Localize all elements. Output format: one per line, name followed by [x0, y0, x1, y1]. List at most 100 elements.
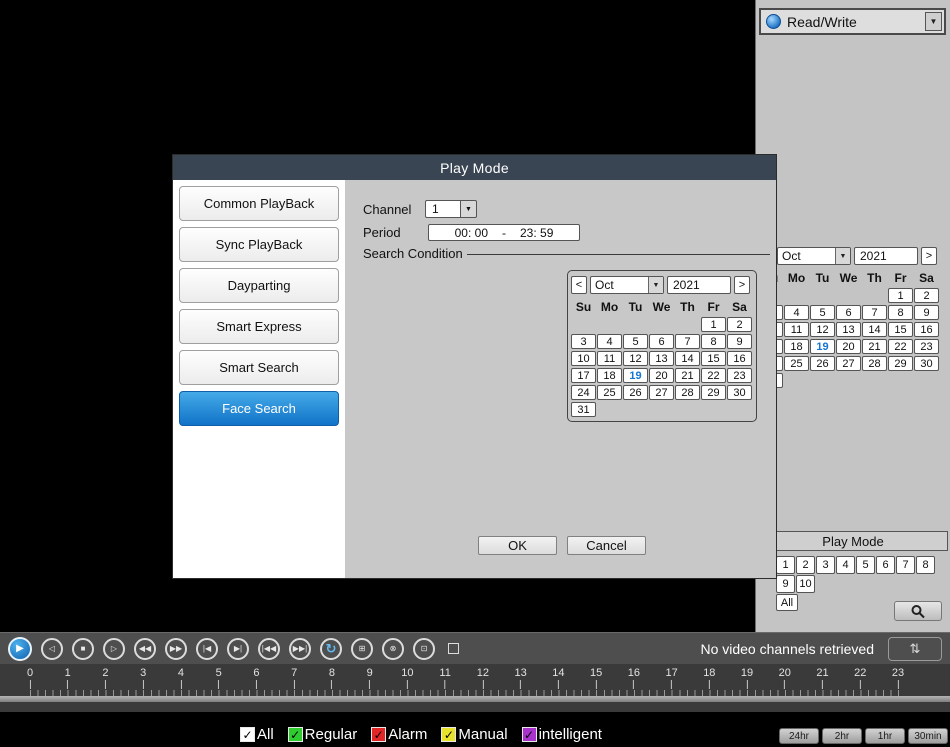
legend-item-alarm[interactable]: ✓Alarm	[371, 726, 427, 743]
calendar-day-cell[interactable]: 6	[649, 334, 674, 349]
calendar-day-cell[interactable]: 1	[888, 288, 913, 303]
legend-checkbox[interactable]: ✓	[441, 727, 456, 742]
calendar-day-cell[interactable]: 13	[836, 322, 861, 337]
legend-checkbox[interactable]: ✓	[240, 727, 255, 742]
channel-button-2[interactable]: 2	[796, 556, 815, 574]
calendar-day-cell[interactable]: 26	[623, 385, 648, 400]
calendar-day-cell[interactable]: 30	[727, 385, 752, 400]
calendar-year-field[interactable]: 2021	[854, 247, 918, 265]
swap-channels-button[interactable]: ⇅	[888, 637, 942, 661]
calendar-day-cell[interactable]: 11	[597, 351, 622, 366]
calendar-next-button[interactable]: >	[734, 276, 750, 294]
channel-button-9[interactable]: 9	[776, 575, 795, 593]
ok-button[interactable]: OK	[478, 536, 557, 555]
calendar-month-select[interactable]: Oct▼	[590, 276, 664, 294]
channel-select[interactable]: 1 ▼	[425, 200, 477, 218]
legend-checkbox[interactable]: ✓	[288, 727, 303, 742]
dialog-menu-item-smart-express[interactable]: Smart Express	[179, 309, 339, 344]
channel-button-8[interactable]: 8	[916, 556, 935, 574]
calendar-day-cell[interactable]: 15	[888, 322, 913, 337]
calendar-day-cell[interactable]: 25	[597, 385, 622, 400]
chevron-down-icon[interactable]: ▼	[925, 12, 942, 31]
calendar-day-cell[interactable]: 19	[810, 339, 835, 354]
calendar-month-select[interactable]: Oct▼	[777, 247, 851, 265]
play-button[interactable]: ▶	[8, 637, 32, 661]
prev-file-button[interactable]: |◀◀	[258, 638, 280, 660]
calendar-day-cell[interactable]: 18	[784, 339, 809, 354]
calendar-day-cell[interactable]: 8	[701, 334, 726, 349]
calendar-day-cell[interactable]: 12	[810, 322, 835, 337]
calendar-day-cell[interactable]: 29	[701, 385, 726, 400]
calendar-day-cell[interactable]: 28	[675, 385, 700, 400]
channel-button-1[interactable]: 1	[776, 556, 795, 574]
calendar-day-cell[interactable]: 13	[649, 351, 674, 366]
all-channels-button[interactable]: All	[776, 594, 798, 611]
dialog-menu-item-common-playback[interactable]: Common PlayBack	[179, 186, 339, 221]
period-field[interactable]: 00: 00 - 23: 59	[428, 224, 580, 241]
timeline-track[interactable]	[0, 696, 950, 702]
calendar-day-cell[interactable]: 20	[649, 368, 674, 383]
calendar-day-cell[interactable]: 7	[862, 305, 887, 320]
calendar-year-field[interactable]: 2021	[667, 276, 731, 294]
calendar-day-cell[interactable]: 2	[914, 288, 939, 303]
calendar-prev-button[interactable]: <	[571, 276, 587, 294]
range-button-1hr[interactable]: 1hr	[865, 728, 905, 744]
calendar-day-cell[interactable]: 16	[914, 322, 939, 337]
calendar-day-cell[interactable]: 8	[888, 305, 913, 320]
calendar-day-cell[interactable]: 3	[571, 334, 596, 349]
frame-play-button[interactable]: ▷	[103, 638, 125, 660]
calendar-day-cell[interactable]: 14	[675, 351, 700, 366]
calendar-day-cell[interactable]: 21	[675, 368, 700, 383]
calendar-day-cell[interactable]: 4	[597, 334, 622, 349]
timeline[interactable]: 01234567891011121314151617181920212223	[0, 664, 950, 712]
calendar-day-cell[interactable]: 23	[727, 368, 752, 383]
chevron-down-icon[interactable]: ▼	[648, 277, 663, 293]
legend-item-intelligent[interactable]: ✓intelligent	[522, 726, 602, 743]
calendar-day-cell[interactable]: 17	[571, 368, 596, 383]
read-write-select[interactable]: Read/Write ▼	[759, 8, 946, 35]
search-button[interactable]	[894, 601, 942, 621]
channel-button-6[interactable]: 6	[876, 556, 895, 574]
calendar-day-cell[interactable]: 5	[623, 334, 648, 349]
loop-button[interactable]: ↻	[320, 638, 342, 660]
legend-item-regular[interactable]: ✓Regular	[288, 726, 358, 743]
chevron-down-icon[interactable]: ▼	[835, 248, 850, 264]
calendar-day-cell[interactable]: 19	[623, 368, 648, 383]
calendar-day-cell[interactable]: 7	[675, 334, 700, 349]
channel-button-3[interactable]: 3	[816, 556, 835, 574]
calendar-day-cell[interactable]: 22	[701, 368, 726, 383]
prev-frame-button[interactable]: |◀	[196, 638, 218, 660]
calendar-day-cell[interactable]: 4	[784, 305, 809, 320]
calendar-next-button[interactable]: >	[921, 247, 937, 265]
calendar-day-cell[interactable]: 10	[571, 351, 596, 366]
reverse-play-button[interactable]: ◁	[41, 638, 63, 660]
calendar-day-cell[interactable]: 11	[784, 322, 809, 337]
close-button[interactable]: ⊗	[382, 638, 404, 660]
dialog-menu-item-face-search[interactable]: Face Search	[179, 391, 339, 426]
calendar-day-cell[interactable]: 9	[727, 334, 752, 349]
next-frame-button[interactable]: ▶|	[227, 638, 249, 660]
calendar-day-cell[interactable]: 20	[836, 339, 861, 354]
range-button-30min[interactable]: 30min	[908, 728, 948, 744]
transport-checkbox[interactable]	[448, 643, 459, 654]
calendar-day-cell[interactable]: 21	[862, 339, 887, 354]
channel-button-10[interactable]: 10	[796, 575, 815, 593]
calendar-day-cell[interactable]: 9	[914, 305, 939, 320]
range-button-24hr[interactable]: 24hr	[779, 728, 819, 744]
calendar-day-cell[interactable]: 24	[571, 385, 596, 400]
calendar-day-cell[interactable]: 30	[914, 356, 939, 371]
legend-item-all[interactable]: ✓All	[240, 726, 274, 743]
legend-checkbox[interactable]: ✓	[371, 727, 386, 742]
multi-window-button[interactable]: ⊞	[351, 638, 373, 660]
calendar-day-cell[interactable]: 14	[862, 322, 887, 337]
calendar-day-cell[interactable]: 25	[784, 356, 809, 371]
calendar-day-cell[interactable]: 5	[810, 305, 835, 320]
calendar-day-cell[interactable]: 2	[727, 317, 752, 332]
calendar-day-cell[interactable]: 23	[914, 339, 939, 354]
calendar-day-cell[interactable]: 12	[623, 351, 648, 366]
calendar-day-cell[interactable]: 15	[701, 351, 726, 366]
calendar-day-cell[interactable]: 22	[888, 339, 913, 354]
stop-button[interactable]: ■	[72, 638, 94, 660]
next-file-button[interactable]: ▶▶|	[289, 638, 311, 660]
dialog-menu-item-dayparting[interactable]: Dayparting	[179, 268, 339, 303]
